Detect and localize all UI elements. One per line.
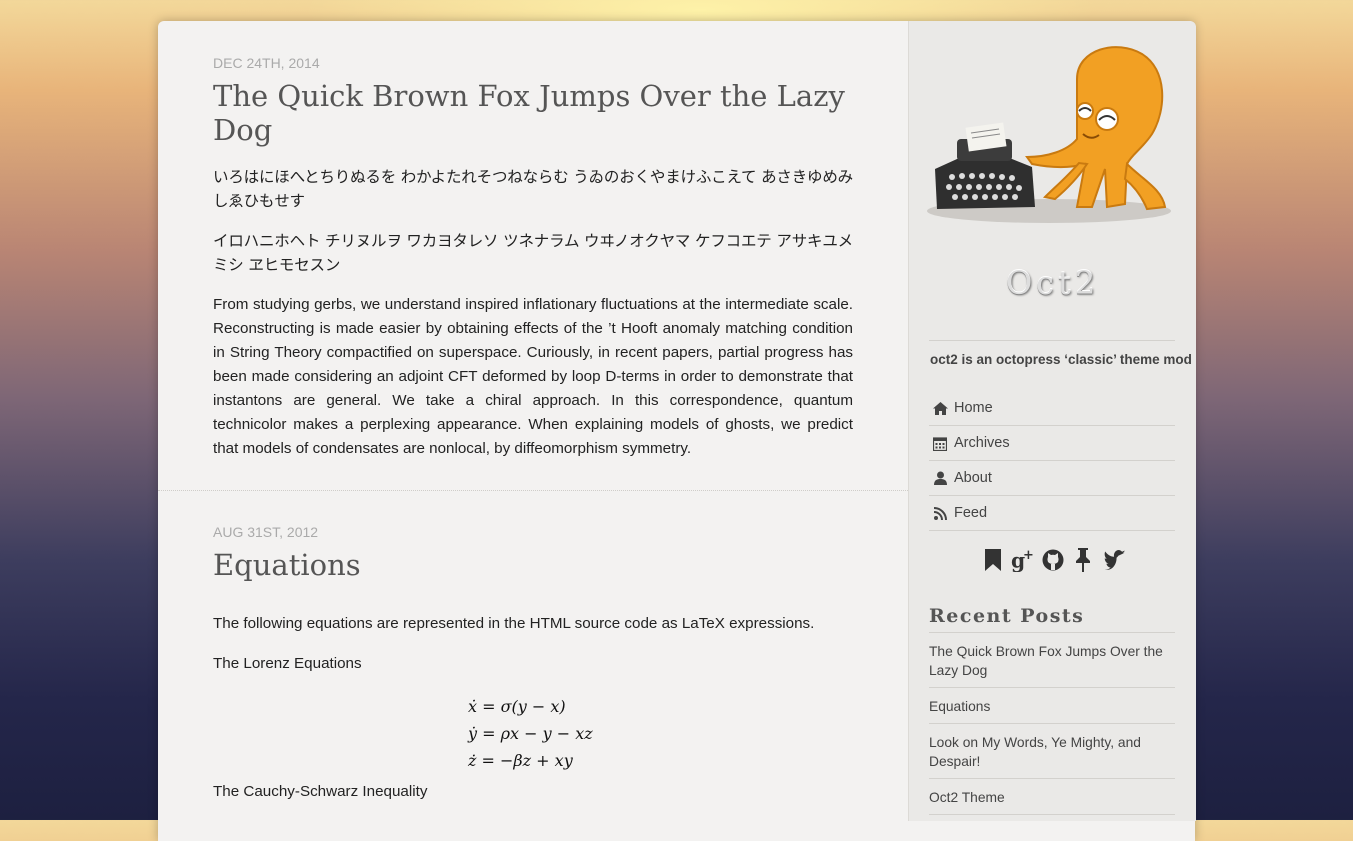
nav-item-archives[interactable]: Archives bbox=[929, 426, 1175, 461]
calendar-icon bbox=[929, 436, 951, 451]
nav-label: Home bbox=[954, 400, 993, 416]
nav-label: Feed bbox=[954, 505, 988, 521]
octopus-icon bbox=[1025, 46, 1167, 211]
github-icon[interactable] bbox=[1041, 547, 1065, 573]
post-equations: Aug 31st, 2012 Equations The following e… bbox=[213, 524, 853, 820]
post-title-link[interactable]: The Quick Brown Fox Jumps Over the Lazy … bbox=[213, 79, 853, 147]
lorenz-heading: The Lorenz Equations bbox=[213, 655, 362, 672]
recent-posts-list: The Quick Brown Fox Jumps Over the Lazy … bbox=[929, 632, 1175, 815]
post-divider bbox=[158, 490, 908, 491]
recent-post-link[interactable]: The Quick Brown Fox Jumps Over the Lazy … bbox=[929, 633, 1175, 688]
katakana-paragraph: イロハニホヘト チリヌルヲ ワカヨタレソ ツネナラム ウヰノオクヤマ ケフコエテ… bbox=[213, 232, 853, 274]
nav-item-home[interactable]: Home bbox=[929, 391, 1175, 426]
google-plus-icon[interactable]: g + bbox=[1011, 547, 1035, 573]
twitter-icon[interactable] bbox=[1101, 547, 1125, 573]
octopus-typewriter-logo[interactable] bbox=[927, 39, 1177, 229]
post-title-link[interactable]: Equations bbox=[213, 548, 853, 582]
post-date: Dec 24th, 2014 bbox=[213, 55, 320, 71]
recent-posts-heading: Recent Posts bbox=[929, 605, 1085, 627]
nav-item-feed[interactable]: Feed bbox=[929, 496, 1175, 531]
lorenz-equations: ẋ = σ(y − x) ẏ = ρx − y − xz ż = −βz + x… bbox=[468, 693, 593, 774]
pushpin-icon[interactable] bbox=[1071, 547, 1095, 573]
bookmark-icon[interactable] bbox=[981, 547, 1005, 573]
cauchy-heading: The Cauchy-Schwarz Inequality bbox=[213, 783, 428, 800]
main-content: Dec 24th, 2014 The Quick Brown Fox Jumps… bbox=[158, 21, 908, 821]
rss-icon bbox=[929, 506, 951, 520]
site-title[interactable]: Oct2 bbox=[909, 264, 1196, 302]
recent-post-link[interactable]: Oct2 Theme bbox=[929, 779, 1175, 815]
equation-line: ẏ = ρx − y − xz bbox=[468, 724, 593, 743]
recent-post-link[interactable]: Look on My Words, Ye Mighty, and Despair… bbox=[929, 724, 1175, 779]
social-links: g + bbox=[909, 547, 1196, 573]
sidebar: Oct2 oct2 is an octopress ‘classic’ them… bbox=[908, 21, 1196, 821]
post-date: Aug 31st, 2012 bbox=[213, 524, 319, 540]
hiragana-paragraph: いろはにほへとちりぬるを わかよたれそつねならむ うゐのおくやまけふこえて あさ… bbox=[213, 168, 853, 210]
divider bbox=[929, 340, 1175, 341]
svg-text:+: + bbox=[1023, 548, 1034, 563]
site-tagline: oct2 is an octopress ‘classic’ theme mod bbox=[930, 352, 1192, 367]
home-icon bbox=[929, 401, 951, 415]
sidebar-nav: Home Archives About Feed bbox=[929, 391, 1175, 531]
user-icon bbox=[929, 471, 951, 485]
recent-post-link[interactable]: Equations bbox=[929, 688, 1175, 724]
nav-label: About bbox=[954, 470, 992, 486]
nav-item-about[interactable]: About bbox=[929, 461, 1175, 496]
nav-label: Archives bbox=[954, 435, 1010, 451]
typewriter-icon bbox=[935, 122, 1035, 209]
body-paragraph: From studying gerbs, we understand inspi… bbox=[213, 296, 853, 457]
equations-intro: The following equations are represented … bbox=[213, 615, 815, 632]
post-quick-brown-fox: Dec 24th, 2014 The Quick Brown Fox Jumps… bbox=[213, 55, 853, 477]
page-container: Dec 24th, 2014 The Quick Brown Fox Jumps… bbox=[158, 21, 1196, 841]
equation-line: ẋ = σ(y − x) bbox=[468, 697, 566, 716]
equation-line: ż = −βz + xy bbox=[468, 751, 573, 770]
